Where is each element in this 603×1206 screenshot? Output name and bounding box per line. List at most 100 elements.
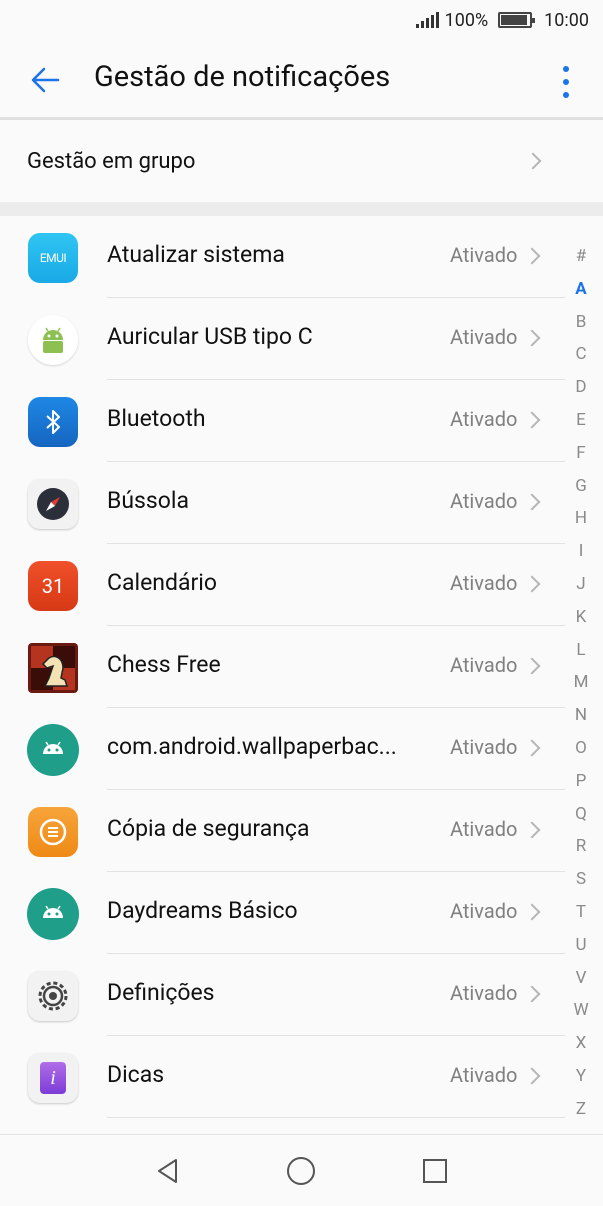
chevron-right-icon <box>523 329 541 347</box>
page-title: Gestão de notificações <box>94 60 391 94</box>
chevron-right-icon <box>523 821 541 839</box>
app-status: Ativado <box>450 407 518 431</box>
alphabet-letter[interactable]: S <box>576 863 586 896</box>
alphabet-letter[interactable]: J <box>576 568 585 601</box>
alphabet-letter[interactable]: D <box>575 371 586 404</box>
chevron-right-icon <box>523 739 541 757</box>
app-name: Calendário <box>107 569 217 596</box>
chevron-right-icon <box>523 247 541 265</box>
alphabet-index[interactable]: # A B C D E F G H I J K L M N O P Q R S T U V W X Y Z <box>569 240 593 1126</box>
alphabet-letter[interactable]: F <box>576 437 585 470</box>
back-arrow-icon[interactable] <box>28 62 64 98</box>
backup-icon <box>28 807 78 857</box>
alphabet-letter[interactable]: O <box>575 732 587 765</box>
alphabet-letter[interactable]: P <box>576 765 587 798</box>
chevron-right-icon <box>523 657 541 675</box>
list-item-auricular-usb[interactable]: Auricular USB tipo C Ativado <box>0 298 565 380</box>
chevron-right-icon <box>523 903 541 921</box>
alphabet-letter[interactable]: N <box>575 699 587 732</box>
alphabet-letter[interactable]: G <box>575 470 587 503</box>
chevron-right-icon <box>523 493 541 511</box>
group-management-label: Gestão em grupo <box>27 148 196 174</box>
app-name: Chess Free <box>107 651 221 678</box>
app-status: Ativado <box>450 571 518 595</box>
app-status: Ativado <box>450 1063 518 1087</box>
list-item-bluetooth[interactable]: Bluetooth Ativado <box>0 380 565 462</box>
more-options-icon[interactable] <box>549 62 583 102</box>
chevron-right-icon <box>523 575 541 593</box>
app-list: EMUI Atualizar sistema Ativado Auricular… <box>0 216 565 1118</box>
alphabet-letter[interactable]: Q <box>575 798 587 831</box>
list-item-atualizar-sistema[interactable]: EMUI Atualizar sistema Ativado <box>0 216 565 298</box>
chevron-right-icon <box>524 152 542 170</box>
app-status: Ativado <box>450 489 518 513</box>
android-wallpaper-icon <box>27 724 79 776</box>
app-name: Bluetooth <box>107 405 206 432</box>
alphabet-letter[interactable]: E <box>576 404 586 437</box>
chevron-right-icon <box>523 411 541 429</box>
app-header: Gestão de notificações <box>0 40 603 120</box>
alphabet-letter[interactable]: U <box>575 929 586 962</box>
alphabet-letter[interactable]: Z <box>576 1093 586 1126</box>
app-name: Bússola <box>107 487 189 514</box>
list-item-calendario[interactable]: 31 Calendário Ativado <box>0 544 565 626</box>
app-status: Ativado <box>450 981 518 1005</box>
battery-icon <box>498 12 536 28</box>
chevron-right-icon <box>523 985 541 1003</box>
android-icon <box>28 315 78 365</box>
alphabet-letter[interactable]: Y <box>576 1060 586 1093</box>
calendar-icon: 31 <box>28 561 78 611</box>
list-item-dicas[interactable]: i Dicas Ativado <box>0 1036 565 1118</box>
alphabet-letter[interactable]: H <box>575 502 587 535</box>
section-separator <box>0 202 603 216</box>
daydreams-icon <box>27 888 79 940</box>
signal-icon <box>415 12 439 28</box>
app-name: Definições <box>107 979 215 1006</box>
app-status: Ativado <box>450 243 518 267</box>
alphabet-letter[interactable]: I <box>579 535 584 568</box>
app-status: Ativado <box>450 817 518 841</box>
compass-icon <box>28 479 78 529</box>
app-status: Ativado <box>450 325 518 349</box>
alphabet-letter[interactable]: L <box>576 634 585 667</box>
settings-icon <box>28 971 78 1021</box>
nav-home-icon[interactable] <box>287 1157 315 1185</box>
group-management-row[interactable]: Gestão em grupo <box>0 120 603 202</box>
alphabet-letter[interactable]: K <box>576 601 587 634</box>
clock: 10:00 <box>544 9 589 31</box>
alphabet-letter[interactable]: R <box>576 830 586 863</box>
alphabet-letter[interactable]: X <box>576 1027 587 1060</box>
app-name: com.android.wallpaperbac... <box>107 733 397 760</box>
nav-back-icon[interactable] <box>154 1157 182 1185</box>
status-bar: 100% 10:00 <box>0 0 603 40</box>
nav-recents-icon[interactable] <box>423 1159 447 1183</box>
app-name: Atualizar sistema <box>107 241 285 268</box>
tips-icon: i <box>28 1053 78 1103</box>
list-item-bussola[interactable]: Bússola Ativado <box>0 462 565 544</box>
app-name: Cópia de segurança <box>107 815 310 842</box>
list-item-chess-free[interactable]: Chess Free Ativado <box>0 626 565 708</box>
list-item-wallpaperbackup[interactable]: com.android.wallpaperbac... Ativado <box>0 708 565 790</box>
alphabet-letter[interactable]: V <box>576 962 587 995</box>
alphabet-letter[interactable]: # <box>576 240 586 273</box>
app-status: Ativado <box>450 653 518 677</box>
app-status: Ativado <box>450 899 518 923</box>
chess-icon <box>28 643 78 693</box>
list-item-copia-de-seguranca[interactable]: Cópia de segurança Ativado <box>0 790 565 872</box>
alphabet-letter[interactable]: T <box>576 896 586 929</box>
alphabet-letter[interactable]: C <box>575 338 586 371</box>
alphabet-letter[interactable]: W <box>573 994 588 1027</box>
list-item-definicoes[interactable]: Definições Ativado <box>0 954 565 1036</box>
chevron-right-icon <box>523 1067 541 1085</box>
app-status: Ativado <box>450 735 518 759</box>
emui-update-icon: EMUI <box>28 233 78 283</box>
bluetooth-icon <box>28 397 78 447</box>
alphabet-letter[interactable]: A <box>575 273 586 306</box>
alphabet-letter[interactable]: B <box>576 306 587 339</box>
list-item-daydreams[interactable]: Daydreams Básico Ativado <box>0 872 565 954</box>
app-name: Daydreams Básico <box>107 897 298 924</box>
row-divider <box>107 1117 565 1118</box>
alphabet-letter[interactable]: M <box>574 666 589 699</box>
navigation-bar <box>0 1134 603 1206</box>
battery-percent: 100% <box>444 9 489 31</box>
